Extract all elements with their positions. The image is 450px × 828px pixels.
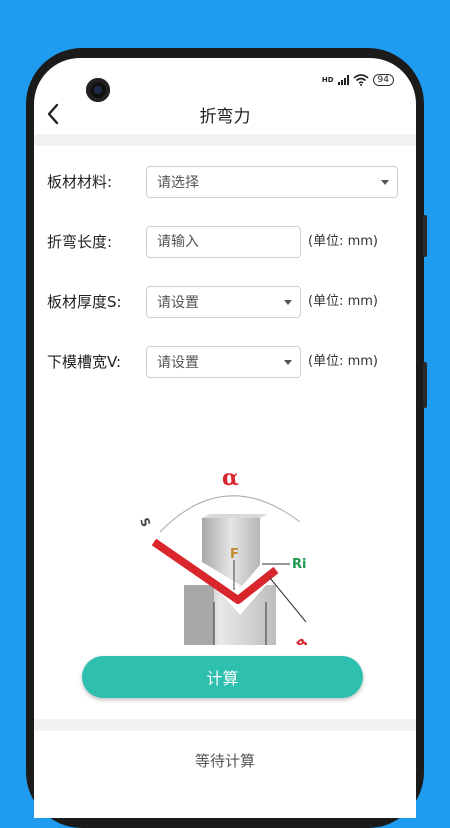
thickness-unit: (单位: mm) [308,294,378,309]
page-title: 折弯力 [199,107,251,127]
s-label: S [137,516,153,529]
bending-diagram: α S F Ri B V [137,465,311,645]
signal-icon [337,75,349,85]
app-header: 折弯力 [34,94,416,134]
section-divider [34,719,416,731]
f-label: F [230,547,239,562]
die-width-unit: (单位: mm) [308,354,378,369]
section-divider [34,134,416,146]
material-select[interactable]: 请选择 [146,166,398,198]
material-select-value: 请选择 [157,175,199,191]
die-width-select-value: 请设置 [157,355,199,371]
chevron-down-icon [381,180,389,185]
die-side [184,585,214,645]
bend-length-field [146,226,301,258]
die-width-select[interactable]: 请设置 [146,346,301,378]
ri-label: Ri [292,557,306,572]
chevron-down-icon [284,300,292,305]
punch-side [202,514,268,518]
thickness-select[interactable]: 请设置 [146,286,301,318]
thickness-select-value: 请设置 [157,295,199,311]
b-label: B [294,636,311,645]
network-type-label: HD [321,76,334,84]
phone-side-button [423,215,427,257]
material-label: 板材材料: [47,173,113,191]
result-text: 等待计算 [194,752,255,770]
app-screen: HD 94 折弯力 板材材料: 请选择 折弯长度: (单位: mm) 板材厚度S… [34,58,416,818]
bend-length-input[interactable] [157,234,287,250]
calculate-button[interactable]: 计算 [82,656,363,698]
bend-length-label: 折弯长度: [47,233,113,251]
thickness-label: 板材厚度S: [47,293,122,311]
battery-indicator: 94 [372,74,394,86]
alpha-label: α [222,465,239,491]
chevron-down-icon [284,360,292,365]
phone-side-button [423,362,427,408]
die-width-label: 下模槽宽V: [47,353,122,371]
wifi-icon [353,74,369,86]
status-bar: HD 94 [322,74,394,86]
bend-length-unit: (单位: mm) [308,234,378,249]
